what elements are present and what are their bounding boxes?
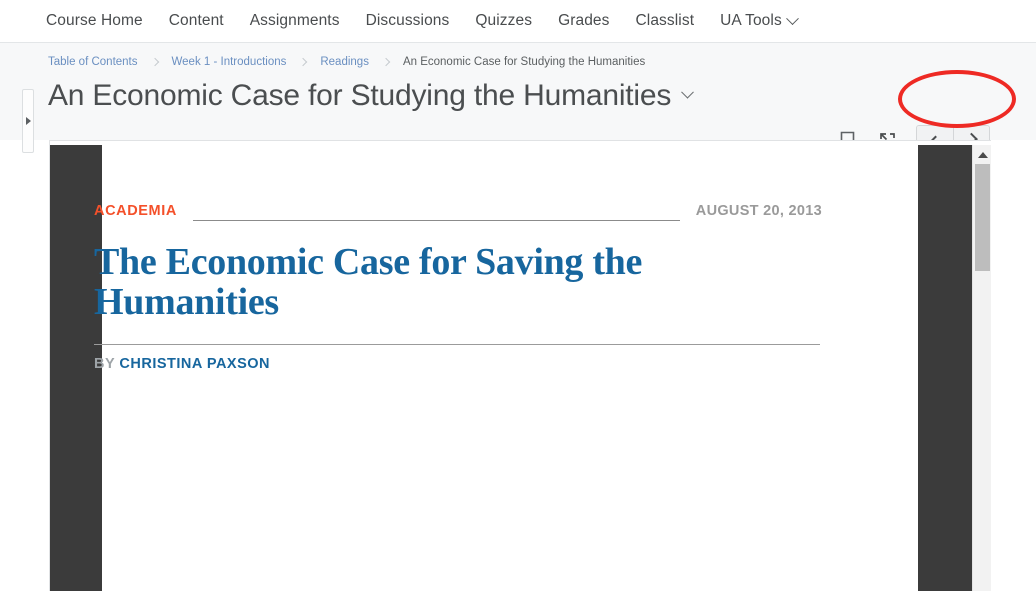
triangle-up-icon[interactable]	[978, 152, 988, 158]
chevron-right-icon	[381, 57, 391, 67]
nav-item-classlist[interactable]: Classlist	[636, 12, 695, 30]
nav-item-content[interactable]: Content	[169, 12, 224, 30]
article-byline: BY CHRISTINA PAXSON	[94, 356, 822, 372]
nav-item-assignments[interactable]: Assignments	[250, 12, 340, 30]
byline-divider	[94, 344, 820, 345]
sidebar-expand-handle[interactable]	[22, 89, 34, 153]
page-title: An Economic Case for Studying the Humani…	[48, 79, 672, 112]
course-navbar: Course Home Content Assignments Discussi…	[0, 0, 1036, 43]
nav-item-ua-tools[interactable]: UA Tools	[720, 11, 799, 30]
nav-item-quizzes[interactable]: Quizzes	[475, 12, 532, 30]
byline-prefix: BY	[94, 356, 115, 372]
breadcrumb-item-readings[interactable]: Readings	[320, 56, 369, 68]
chevron-down-icon	[785, 11, 799, 25]
nav-item-discussions[interactable]: Discussions	[366, 12, 450, 30]
title-row: An Economic Case for Studying the Humani…	[48, 79, 695, 113]
chevron-down-icon[interactable]	[681, 85, 695, 99]
nav-item-course-home[interactable]: Course Home	[46, 12, 143, 30]
chevron-right-icon	[150, 57, 159, 67]
breadcrumb-item-current: An Economic Case for Studying the Humani…	[402, 56, 646, 68]
viewer-right-pane	[918, 145, 972, 591]
article-content: ACADEMIA AUGUST 20, 2013 The Economic Ca…	[94, 200, 822, 372]
page-root: Course Home Content Assignments Discussi…	[0, 0, 1036, 591]
scrollbar-thumb[interactable]	[975, 164, 990, 271]
nav-item-grades[interactable]: Grades	[558, 12, 609, 30]
article-meta: ACADEMIA AUGUST 20, 2013	[94, 200, 822, 222]
triangle-right-icon	[25, 117, 31, 125]
article-kicker: ACADEMIA	[94, 203, 177, 219]
article-publication-date: AUGUST 20, 2013	[695, 203, 822, 219]
breadcrumb-item-week-1[interactable]: Week 1 - Introductions	[172, 56, 287, 68]
breadcrumb-item-table-of-contents[interactable]: Table of Contents	[48, 56, 138, 68]
chevron-right-icon	[299, 57, 308, 67]
breadcrumb: Table of Contents Week 1 - Introductions…	[48, 56, 645, 68]
page-header: Table of Contents Week 1 - Introductions…	[0, 43, 1036, 156]
document-scrollbar[interactable]	[972, 145, 991, 591]
article-headline: The Economic Case for Saving the Humanit…	[94, 241, 643, 323]
nav-item-ua-tools-label: UA Tools	[720, 12, 782, 29]
byline-author: CHRISTINA PAXSON	[119, 356, 271, 372]
meta-divider	[192, 219, 680, 221]
